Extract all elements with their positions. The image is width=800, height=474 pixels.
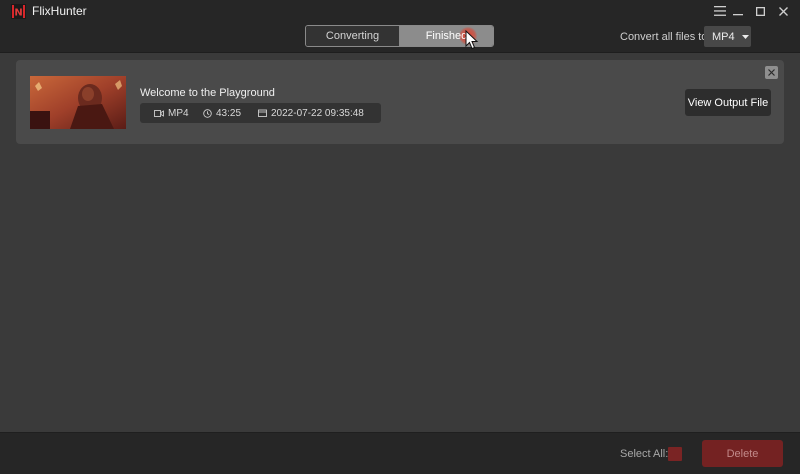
close-icon — [778, 6, 788, 16]
format-dropdown-value: MP4 — [712, 30, 735, 43]
close-icon — [768, 69, 775, 76]
footer-bar: Select All: Delete — [0, 432, 800, 474]
video-title: Welcome to the Playground — [140, 87, 275, 99]
cursor-icon — [465, 30, 479, 50]
app-title: FlixHunter — [32, 4, 87, 18]
minimize-button[interactable] — [730, 3, 746, 19]
caret-down-icon — [741, 34, 749, 39]
maximize-icon — [755, 6, 765, 16]
video-thumbnail — [30, 76, 126, 129]
toolbar: Converting Finished Convert all files to… — [0, 22, 800, 53]
calendar-icon — [258, 109, 267, 117]
close-window-button[interactable] — [775, 3, 791, 19]
video-meta-bar: MP4 43:25 2022-07-22 09:35:48 — [140, 103, 381, 123]
maximize-button[interactable] — [752, 3, 768, 19]
meta-duration: 43:25 — [203, 103, 241, 123]
view-output-file-button[interactable]: View Output File — [685, 89, 771, 116]
remove-item-button[interactable] — [765, 66, 778, 79]
select-all-label: Select All: — [620, 448, 669, 460]
meta-date: 2022-07-22 09:35:48 — [258, 103, 364, 123]
video-icon — [154, 109, 164, 117]
menu-icon — [714, 6, 726, 16]
convert-all-label: Convert all files to: — [620, 31, 711, 43]
tab-finished-label: Finished — [425, 30, 468, 42]
minimize-icon — [733, 14, 743, 16]
menu-button[interactable] — [712, 3, 728, 19]
delete-button[interactable]: Delete — [702, 440, 783, 467]
meta-duration-value: 43:25 — [216, 107, 242, 119]
app-logo-icon: N — [11, 4, 26, 19]
select-all-checkbox[interactable] — [668, 447, 682, 461]
tab-finished[interactable]: Finished — [400, 26, 493, 46]
finished-item-card: Welcome to the Playground MP4 43:25 2022… — [16, 60, 784, 144]
title-bar: N FlixHunter — [0, 0, 800, 22]
meta-format-value: MP4 — [168, 107, 189, 119]
clock-icon — [203, 108, 212, 118]
logo-letter: N — [14, 8, 22, 19]
format-dropdown[interactable]: MP4 — [704, 26, 751, 47]
tab-converting[interactable]: Converting — [306, 26, 400, 46]
meta-format: MP4 — [154, 103, 189, 123]
meta-date-value: 2022-07-22 09:35:48 — [271, 107, 364, 119]
